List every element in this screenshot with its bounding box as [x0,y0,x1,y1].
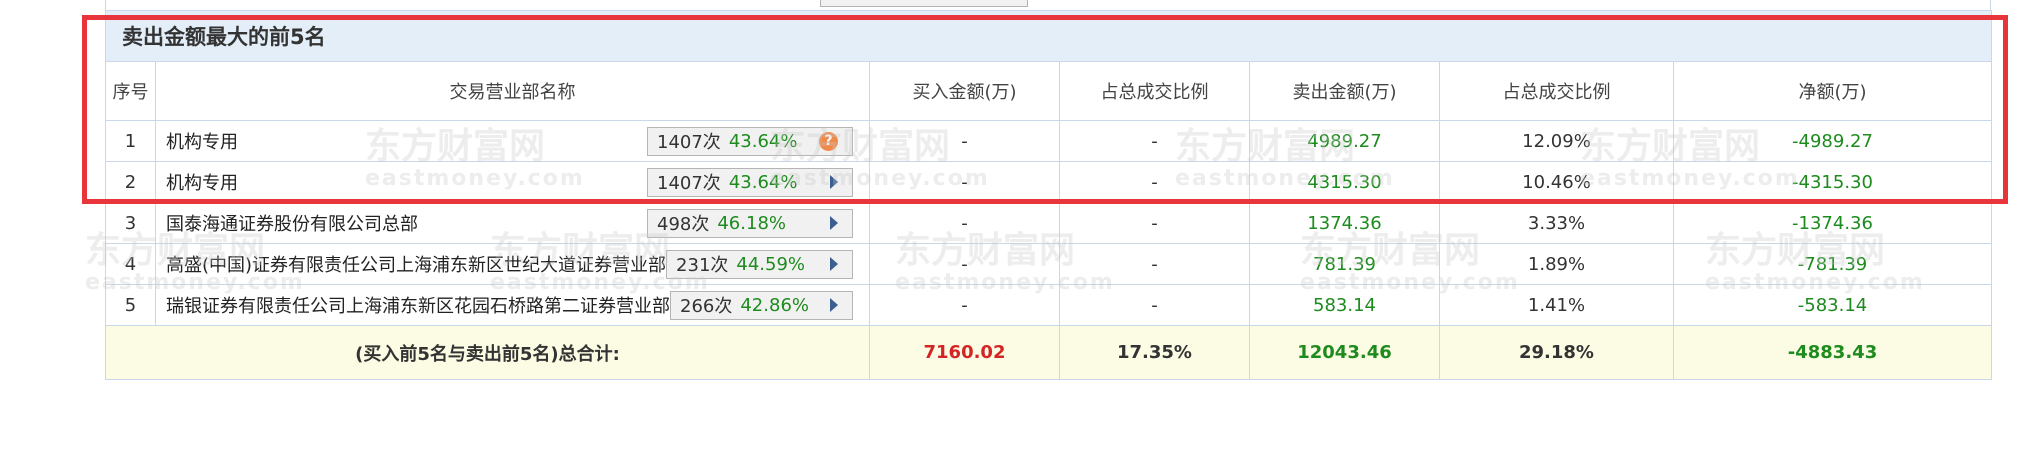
total-label: (买入前5名与卖出前5名)总合计: [105,325,870,380]
branch-win-rate: 42.86% [740,294,809,316]
buy-ratio: - [1059,284,1250,326]
section-title: 卖出金额最大的前5名 [104,10,1993,62]
previous-row-pill-remnant [820,0,1028,7]
branch-trade-count: 1407次 [657,173,721,194]
branch-win-rate: 43.64% [728,171,798,193]
branch-stats-button[interactable]: 498次 46.18% [647,208,853,238]
help-icon[interactable]: ? [819,131,838,151]
sell-ratio: 1.41% [1439,284,1674,326]
total-sell-ratio: 29.18% [1439,325,1674,380]
table-row: 3 国泰海通证券股份有限公司总部 498次 46.18% - - 1374.36… [105,202,1993,244]
branch-win-rate: 43.64% [728,130,798,152]
table-header-row: 序号 交易营业部名称 买入金额(万) 占总成交比例 卖出金额(万) 占总成交比例… [105,61,1993,121]
branch-stats-button[interactable]: 231次 44.59% [666,249,853,279]
total-sell-amount: 12043.46 [1249,325,1440,380]
arrow-right-icon[interactable] [830,257,838,271]
total-buy-ratio: 17.35% [1059,325,1250,380]
table-row: 1 机构专用 1407次 43.64% ? - - 4989.27 12.09%… [105,120,1993,162]
header-buy-ratio: 占总成交比例 [1059,61,1250,121]
buy-amount: - [869,161,1060,203]
table-row: 4 高盛(中国)证券有限责任公司上海浦东新区世纪大道证券营业部 231次 44.… [105,243,1993,285]
branch-cell: 瑞银证券有限责任公司上海浦东新区花园石桥路第二证券营业部 266次 42.86% [155,284,870,326]
branch-win-rate: 44.59% [736,253,806,275]
branch-trade-count: 231次 [676,255,729,276]
branch-cell: 机构专用 1407次 43.64% [155,161,870,203]
branch-name-link[interactable]: 高盛(中国)证券有限责任公司上海浦东新区世纪大道证券营业部 [166,251,666,277]
sell-amount: 583.14 [1249,284,1440,326]
sell-top5-table: 卖出金额最大的前5名 序号 交易营业部名称 买入金额(万) 占总成交比例 卖出金… [104,10,1993,380]
table-row: 5 瑞银证券有限责任公司上海浦东新区花园石桥路第二证券营业部 266次 42.8… [105,284,1993,326]
buy-ratio: - [1059,243,1250,285]
row-index: 5 [105,284,156,326]
header-net-amount: 净额(万) [1672,61,1993,121]
sell-ratio: 12.09% [1439,120,1674,162]
net-amount: -583.14 [1672,284,1993,326]
branch-cell: 机构专用 1407次 43.64% ? [155,120,870,162]
header-buy-amount: 买入金额(万) [869,61,1060,121]
buy-ratio: - [1059,202,1250,244]
buy-amount: - [869,284,1060,326]
total-net-amount: -4883.43 [1672,325,1993,380]
net-amount: -1374.36 [1672,202,1993,244]
arrow-right-icon[interactable] [830,216,838,230]
table-row: 2 机构专用 1407次 43.64% - - 4315.30 10.46% -… [105,161,1993,203]
sell-amount: 1374.36 [1249,202,1440,244]
header-sell-amount: 卖出金额(万) [1249,61,1440,121]
buy-ratio: - [1059,120,1250,162]
total-buy-amount: 7160.02 [869,325,1060,380]
sell-ratio: 1.89% [1439,243,1674,285]
total-row: (买入前5名与卖出前5名)总合计: 7160.02 17.35% 12043.4… [105,325,1993,380]
branch-cell: 高盛(中国)证券有限责任公司上海浦东新区世纪大道证券营业部 231次 44.59… [155,243,870,285]
branch-trade-count: 498次 [657,214,710,235]
branch-trade-count: 266次 [680,296,733,317]
buy-amount: - [869,243,1060,285]
sell-ratio: 10.46% [1439,161,1674,203]
sell-amount: 4315.30 [1249,161,1440,203]
branch-stats-button[interactable]: 266次 42.86% [670,290,853,320]
branch-name-link[interactable]: 机构专用 [166,169,238,195]
previous-row-remnant [105,0,1991,10]
branch-stats-button[interactable]: 1407次 43.64% [647,167,853,197]
row-index: 2 [105,161,156,203]
header-branch-name: 交易营业部名称 [155,61,870,121]
arrow-right-icon[interactable] [830,298,838,312]
branch-name-link[interactable]: 瑞银证券有限责任公司上海浦东新区花园石桥路第二证券营业部 [166,292,670,318]
net-amount: -781.39 [1672,243,1993,285]
net-amount: -4989.27 [1672,120,1993,162]
buy-amount: - [869,202,1060,244]
branch-win-rate: 46.18% [717,212,786,234]
buy-ratio: - [1059,161,1250,203]
header-index: 序号 [105,61,156,121]
branch-stats-button[interactable]: 1407次 43.64% ? [647,126,853,156]
section-title-row: 卖出金额最大的前5名 [104,10,1993,62]
sell-ratio: 3.33% [1439,202,1674,244]
branch-cell: 国泰海通证券股份有限公司总部 498次 46.18% [155,202,870,244]
sell-amount: 781.39 [1249,243,1440,285]
branch-trade-count: 1407次 [657,132,721,153]
row-index: 1 [105,120,156,162]
lhb-sell-top5-panel: 卖出金额最大的前5名 序号 交易营业部名称 买入金额(万) 占总成交比例 卖出金… [104,0,1993,380]
branch-name-link[interactable]: 机构专用 [166,128,238,154]
sell-amount: 4989.27 [1249,120,1440,162]
header-sell-ratio: 占总成交比例 [1439,61,1674,121]
arrow-right-icon[interactable] [830,175,838,189]
buy-amount: - [869,120,1060,162]
branch-name-link[interactable]: 国泰海通证券股份有限公司总部 [166,210,418,236]
row-index: 3 [105,202,156,244]
net-amount: -4315.30 [1672,161,1993,203]
row-index: 4 [105,243,156,285]
